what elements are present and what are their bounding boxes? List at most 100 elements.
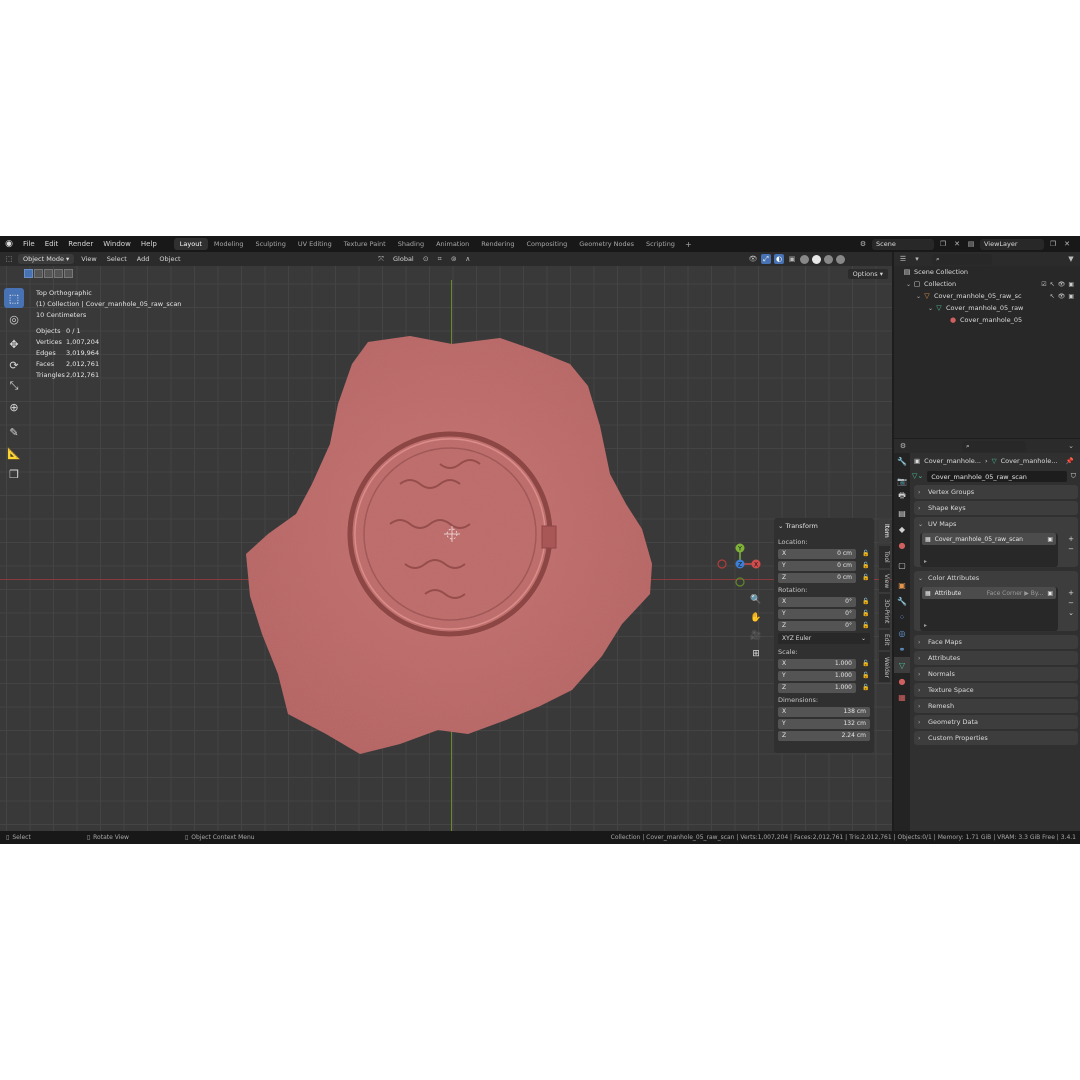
- tab-geometry-nodes[interactable]: Geometry Nodes: [573, 238, 640, 250]
- lock-icon[interactable]: 🔓: [862, 672, 870, 679]
- remove-uv-button[interactable]: −: [1068, 545, 1074, 553]
- object-mode-dropdown[interactable]: Object Mode ▾: [18, 254, 75, 264]
- uv-maps-header[interactable]: ⌄ UV Maps: [914, 517, 1078, 531]
- overlay-toggle-icon[interactable]: ◐: [774, 254, 784, 264]
- camera-icon[interactable]: ▣: [1068, 281, 1074, 288]
- select-invert-icon[interactable]: [54, 268, 63, 278]
- physics-tab-icon[interactable]: ◎: [894, 625, 910, 641]
- list-expand-icon[interactable]: ▸: [924, 622, 927, 629]
- viewlayer-field[interactable]: ViewLayer: [980, 238, 1044, 250]
- dimension-z-field[interactable]: Z 2.24 cm: [778, 730, 870, 741]
- rotation-y-field[interactable]: Y 0°: [778, 608, 856, 619]
- close-scene-icon[interactable]: ✕: [952, 239, 962, 249]
- chevron-down-icon[interactable]: ⌄: [1066, 441, 1076, 451]
- transform-tool-icon[interactable]: ⊕: [4, 397, 24, 417]
- add-uv-button[interactable]: +: [1068, 535, 1074, 543]
- select-arrow-icon[interactable]: ↖: [1050, 281, 1055, 288]
- falloff-icon[interactable]: ∧: [463, 254, 473, 264]
- eye-icon[interactable]: 👁: [1058, 281, 1066, 288]
- tab-scripting[interactable]: Scripting: [640, 238, 681, 250]
- tool-tab-icon[interactable]: 🔧: [894, 453, 910, 469]
- options-dropdown[interactable]: Options ▾: [847, 269, 888, 279]
- zoom-icon[interactable]: 🔍: [748, 592, 764, 608]
- location-z-field[interactable]: Z0 cm: [778, 572, 856, 583]
- add-cube-tool-icon[interactable]: ❒: [4, 464, 24, 484]
- blender-logo-icon[interactable]: ◉: [0, 239, 18, 249]
- snap-icon[interactable]: ⌗: [435, 254, 445, 264]
- outliner-row-material[interactable]: ● Cover_manhole_05: [894, 314, 1080, 326]
- panel-face-maps[interactable]: › Face Maps: [914, 635, 1078, 649]
- rotation-x-field[interactable]: X 0°: [778, 596, 856, 607]
- fake-user-shield-icon[interactable]: ⛉: [1071, 472, 1076, 481]
- panel-vertex-groups[interactable]: › Vertex Groups: [914, 485, 1078, 499]
- gizmo-toggle-icon[interactable]: ⤢: [761, 254, 771, 264]
- view-layer-tab-icon[interactable]: ▤: [894, 505, 910, 521]
- select-subtract-icon[interactable]: [44, 268, 53, 278]
- tab-3d-print[interactable]: 3D-Print: [879, 594, 890, 628]
- location-y-field[interactable]: Y0 cm: [778, 560, 856, 571]
- material-tab-icon[interactable]: ●: [894, 673, 910, 689]
- render-camera-icon[interactable]: ▣: [1047, 590, 1053, 597]
- manhole-scan-mesh[interactable]: [240, 334, 665, 774]
- tab-tool[interactable]: Tool: [879, 546, 890, 568]
- outliner-row-collection[interactable]: ⌄ ▢ Collection ☑ ↖ 👁 ▣: [894, 278, 1080, 290]
- select-box-tool-icon[interactable]: ⬚: [4, 288, 24, 308]
- cursor-tool-icon[interactable]: ◎: [4, 309, 24, 329]
- menu-select[interactable]: Select: [104, 255, 130, 263]
- mesh-browse-icon[interactable]: ▽⌄: [912, 472, 923, 480]
- tab-welder[interactable]: Welder: [879, 652, 890, 682]
- pivot-icon[interactable]: ⊙: [421, 254, 431, 264]
- tab-sculpting[interactable]: Sculpting: [249, 238, 291, 250]
- lock-icon[interactable]: 🔓: [862, 598, 870, 605]
- outliner-row-mesh[interactable]: ⌄ ▽ Cover_manhole_05_raw: [894, 302, 1080, 314]
- tab-view[interactable]: View: [879, 570, 890, 592]
- filter-icon[interactable]: ▾: [912, 254, 922, 264]
- tab-edit[interactable]: Edit: [879, 630, 890, 650]
- ortho-grid-icon[interactable]: ⊞: [748, 646, 764, 662]
- rotate-tool-icon[interactable]: ⟳: [4, 355, 24, 375]
- menu-window[interactable]: Window: [98, 240, 136, 248]
- lock-icon[interactable]: 🔓: [862, 550, 870, 557]
- xray-icon[interactable]: ▣: [787, 254, 797, 264]
- checkbox-icon[interactable]: ☑: [1041, 281, 1046, 288]
- scene-tab-icon[interactable]: ◆: [894, 521, 910, 537]
- outliner-row-scene-collection[interactable]: ▤ Scene Collection: [894, 266, 1080, 278]
- list-expand-icon[interactable]: ▸: [924, 558, 927, 565]
- particles-tab-icon[interactable]: ⁘: [894, 609, 910, 625]
- remove-color-attribute-button[interactable]: −: [1068, 599, 1074, 607]
- filter-funnel-icon[interactable]: ▼: [1066, 254, 1076, 264]
- color-attributes-header[interactable]: ⌄ Color Attributes: [914, 571, 1078, 585]
- location-x-field[interactable]: X0 cm: [778, 548, 856, 559]
- mesh-name-field[interactable]: Cover_manhole_05_raw_scan: [927, 470, 1067, 482]
- material-shading-icon[interactable]: [824, 254, 833, 264]
- 3d-viewport[interactable]: ⬚ Object Mode ▾ View Select Add Object ⤧…: [0, 252, 892, 831]
- panel-attributes[interactable]: › Attributes: [914, 651, 1078, 665]
- world-tab-icon[interactable]: ●: [894, 537, 910, 553]
- annotate-tool-icon[interactable]: ✎: [4, 422, 24, 442]
- rendered-shading-icon[interactable]: [836, 254, 845, 264]
- select-extend-icon[interactable]: [34, 268, 43, 278]
- navigation-gizmo[interactable]: X Y Z: [716, 540, 764, 588]
- visibility-icon[interactable]: 👁: [748, 254, 758, 264]
- select-intersect-icon[interactable]: [64, 268, 73, 278]
- move-tool-icon[interactable]: ✥: [4, 334, 24, 354]
- collection-tab-icon[interactable]: ▢: [894, 557, 910, 573]
- panel-custom-properties[interactable]: › Custom Properties: [914, 731, 1078, 745]
- tab-rendering[interactable]: Rendering: [475, 238, 520, 250]
- tab-item[interactable]: Item: [879, 518, 890, 544]
- panel-normals[interactable]: › Normals: [914, 667, 1078, 681]
- tab-uv-editing[interactable]: UV Editing: [292, 238, 338, 250]
- scale-tool-icon[interactable]: ⤡: [4, 376, 24, 396]
- panel-geometry-data[interactable]: › Geometry Data: [914, 715, 1078, 729]
- scale-y-field[interactable]: Y 1.000: [778, 670, 856, 681]
- properties-search-input[interactable]: ⌕: [962, 440, 1026, 452]
- outliner-row-object[interactable]: ⌄ ▽ Cover_manhole_05_raw_sc ↖ 👁 ▣: [894, 290, 1080, 302]
- menu-object[interactable]: Object: [156, 255, 183, 263]
- transform-title[interactable]: ⌄ Transform: [774, 518, 874, 536]
- add-color-attribute-button[interactable]: +: [1068, 589, 1074, 597]
- outliner-search-input[interactable]: ⌕: [932, 253, 992, 265]
- tab-shading[interactable]: Shading: [392, 238, 430, 250]
- color-attribute-item[interactable]: ▦ Attribute Face Corner ▶ By... ▣: [922, 587, 1056, 599]
- camera-icon[interactable]: ▣: [1068, 293, 1074, 300]
- tab-animation[interactable]: Animation: [430, 238, 475, 250]
